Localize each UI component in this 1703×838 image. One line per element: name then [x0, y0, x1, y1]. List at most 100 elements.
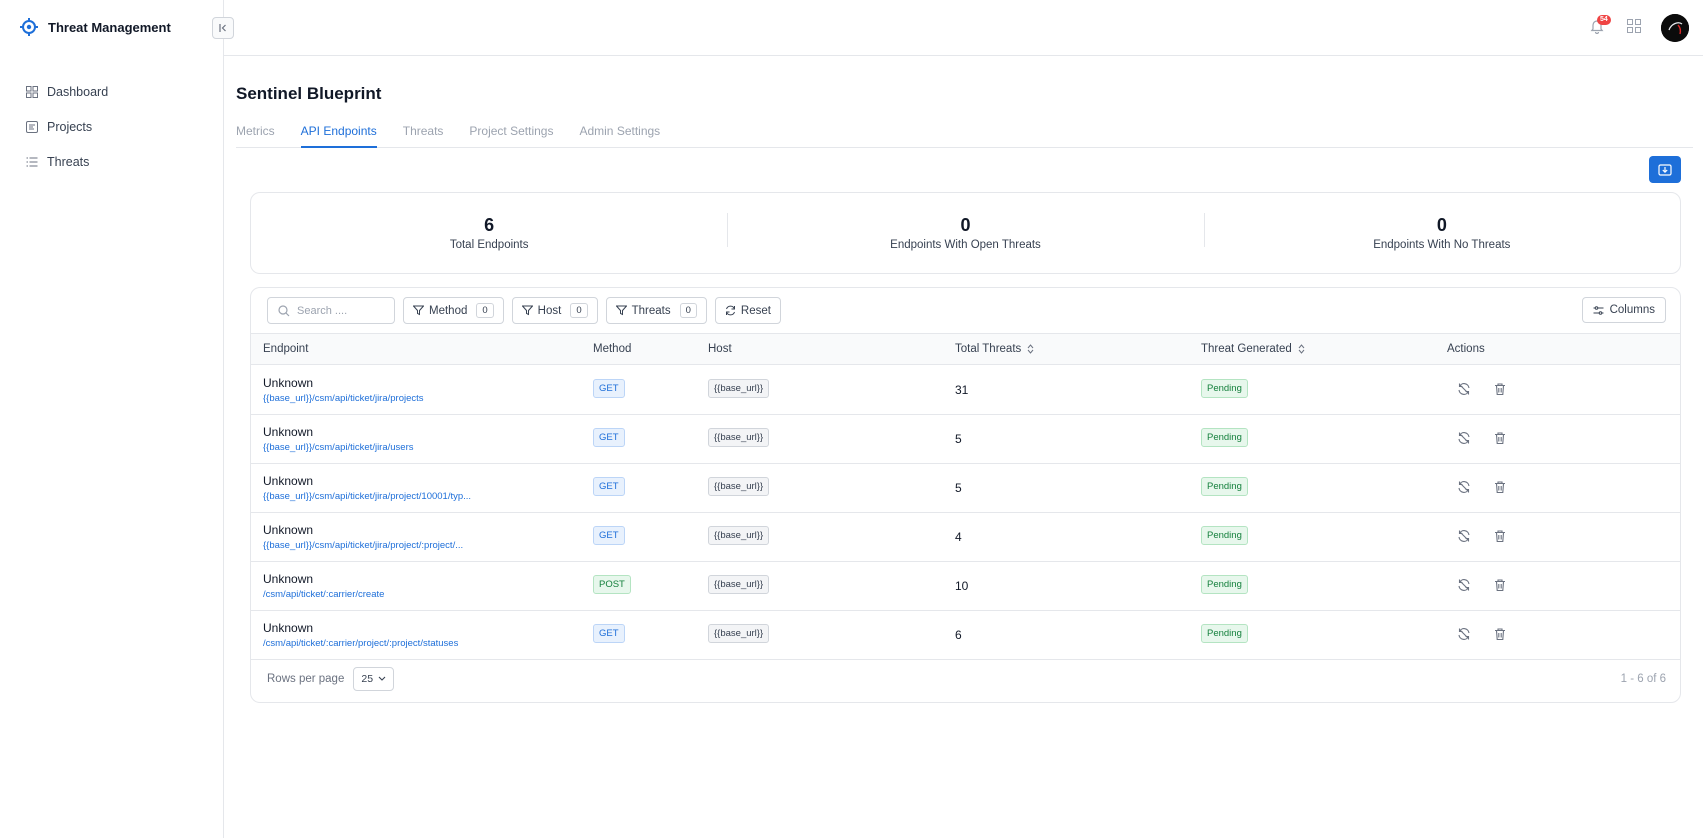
endpoint-cell: Unknown {{base_url}}/csm/api/ticket/jira/…: [263, 376, 424, 404]
regenerate-button[interactable]: [1457, 431, 1471, 445]
search-box[interactable]: [267, 297, 395, 324]
endpoint-path-link[interactable]: /csm/api/ticket/:carrier/create: [263, 589, 384, 600]
column-header-endpoint: Endpoint: [263, 343, 308, 355]
sidebar-item-threats[interactable]: Threats: [16, 144, 208, 179]
trash-icon: [1495, 628, 1505, 641]
chevron-down-icon: [378, 676, 386, 681]
method-badge: POST: [593, 575, 631, 594]
user-avatar[interactable]: [1661, 14, 1689, 42]
topbar: 54: [224, 0, 1703, 56]
rows-per-page-select[interactable]: 25: [353, 667, 395, 691]
project-icon: [26, 120, 38, 133]
avatar-image-icon: [1661, 14, 1689, 42]
method-badge: GET: [593, 526, 625, 545]
stat-label: Total Endpoints: [449, 239, 529, 251]
delete-button[interactable]: [1493, 480, 1507, 494]
export-button[interactable]: [1649, 156, 1681, 183]
delete-button[interactable]: [1493, 431, 1507, 445]
endpoint-path-link[interactable]: {{base_url}}/csm/api/ticket/jira/project…: [263, 540, 463, 551]
column-header-total-threats[interactable]: Total Threats: [955, 343, 1034, 355]
tab-admin-settings[interactable]: Admin Settings: [579, 120, 660, 148]
host-cell: {{base_url}}: [708, 428, 770, 447]
page-title: Sentinel Blueprint: [236, 84, 382, 103]
actions-cell: [1457, 627, 1507, 641]
host-cell: {{base_url}}: [708, 477, 770, 496]
regenerate-button[interactable]: [1457, 382, 1471, 396]
regenerate-icon: [1458, 579, 1470, 591]
header-label: Threat Generated: [1201, 343, 1292, 355]
table-row[interactable]: Unknown {{base_url}}/csm/api/ticket/jira/…: [251, 464, 1680, 513]
status-badge: Pending: [1201, 379, 1248, 398]
sidebar-item-projects[interactable]: Projects: [16, 109, 208, 144]
tab-threats[interactable]: Threats: [403, 120, 444, 148]
delete-button[interactable]: [1493, 627, 1507, 641]
tab-api-endpoints[interactable]: API Endpoints: [300, 120, 377, 148]
endpoint-name: Unknown: [263, 376, 314, 390]
filter-threats-button[interactable]: Threats 0: [605, 297, 707, 324]
apps-button[interactable]: [1627, 19, 1643, 35]
regenerate-icon: [1458, 432, 1470, 444]
endpoint-path-link[interactable]: /csm/api/ticket/:carrier/project/:projec…: [263, 638, 458, 649]
stat-label: Endpoints With No Threats: [1373, 239, 1511, 251]
regenerate-button[interactable]: [1457, 578, 1471, 592]
refresh-icon: [725, 305, 735, 316]
endpoint-path-link[interactable]: {{base_url}}/csm/api/ticket/jira/project…: [263, 393, 424, 404]
endpoint-path-link[interactable]: {{base_url}}/csm/api/ticket/jira/project…: [263, 491, 471, 502]
filter-label: Threats: [631, 304, 671, 317]
columns-button[interactable]: Columns: [1581, 297, 1666, 323]
actions-cell: [1457, 431, 1507, 445]
table-row[interactable]: Unknown {{base_url}}/csm/api/ticket/jira/…: [251, 366, 1680, 415]
notifications-button[interactable]: 54: [1589, 15, 1611, 36]
column-header-actions: Actions: [1447, 343, 1485, 355]
table-toolbar: Method 0 Host 0 Threats 0 Reset: [267, 297, 781, 324]
total-threats-value: 5: [955, 481, 962, 495]
method-badge: GET: [593, 428, 625, 447]
filter-method-button[interactable]: Method 0: [403, 297, 504, 324]
regenerate-button[interactable]: [1457, 529, 1471, 543]
tab-project-settings[interactable]: Project Settings: [469, 120, 553, 148]
trash-icon: [1495, 481, 1505, 494]
sidebar-item-dashboard[interactable]: Dashboard: [16, 74, 208, 109]
filter-icon: [521, 305, 533, 316]
table-row[interactable]: Unknown {{base_url}}/csm/api/ticket/jira/…: [251, 415, 1680, 464]
pagination-range: 1 - 6 of 6: [1620, 673, 1666, 685]
sort-icon: [1298, 344, 1305, 354]
delete-button[interactable]: [1493, 382, 1507, 396]
endpoint-name: Unknown: [263, 523, 314, 537]
endpoint-path-link[interactable]: {{base_url}}/csm/api/ticket/jira/users: [263, 442, 414, 453]
table-row[interactable]: Unknown {{base_url}}/csm/api/ticket/jira/…: [251, 513, 1680, 562]
table-row[interactable]: Unknown/csm/api/ticket/:carrier/project/…: [251, 611, 1680, 660]
endpoints-table-card: Method 0 Host 0 Threats 0 Reset Columns …: [250, 287, 1681, 703]
host-badge: {{base_url}}: [708, 428, 770, 447]
regenerate-button[interactable]: [1457, 480, 1471, 494]
search-input[interactable]: [297, 304, 387, 317]
collapse-sidebar-button[interactable]: [212, 17, 234, 39]
filter-icon: [615, 305, 627, 316]
filter-host-button[interactable]: Host 0: [511, 297, 598, 324]
notification-badge: 54: [1597, 15, 1611, 25]
column-header-threat-generated[interactable]: Threat Generated: [1201, 343, 1305, 355]
endpoint-name: Unknown: [263, 621, 314, 635]
regenerate-button[interactable]: [1457, 627, 1471, 641]
actions-cell: [1457, 529, 1507, 543]
endpoint-cell: Unknown {{base_url}}/csm/api/ticket/jira/…: [263, 474, 471, 502]
status-cell: Pending: [1201, 526, 1248, 545]
header-label: Host: [708, 343, 732, 355]
actions-cell: [1457, 382, 1507, 396]
status-badge: Pending: [1201, 624, 1248, 643]
collapse-icon: [218, 21, 228, 36]
brand[interactable]: Threat Management: [20, 18, 171, 36]
endpoint-name: Unknown: [263, 425, 314, 439]
status-badge: Pending: [1201, 428, 1248, 447]
reset-button[interactable]: Reset: [714, 297, 781, 324]
list-icon: [26, 156, 38, 168]
stat-value: 6: [484, 215, 495, 235]
table-row[interactable]: Unknown/csm/api/ticket/:carrier/create PO…: [251, 562, 1680, 611]
rows-per-page-label: Rows per page: [267, 673, 345, 685]
delete-button[interactable]: [1493, 578, 1507, 592]
trash-icon: [1495, 579, 1505, 592]
delete-button[interactable]: [1493, 529, 1507, 543]
trash-icon: [1495, 383, 1505, 396]
sidebar: Threat Management Dashboard Projects Thr…: [0, 0, 224, 838]
tab-metrics[interactable]: Metrics: [236, 120, 275, 148]
